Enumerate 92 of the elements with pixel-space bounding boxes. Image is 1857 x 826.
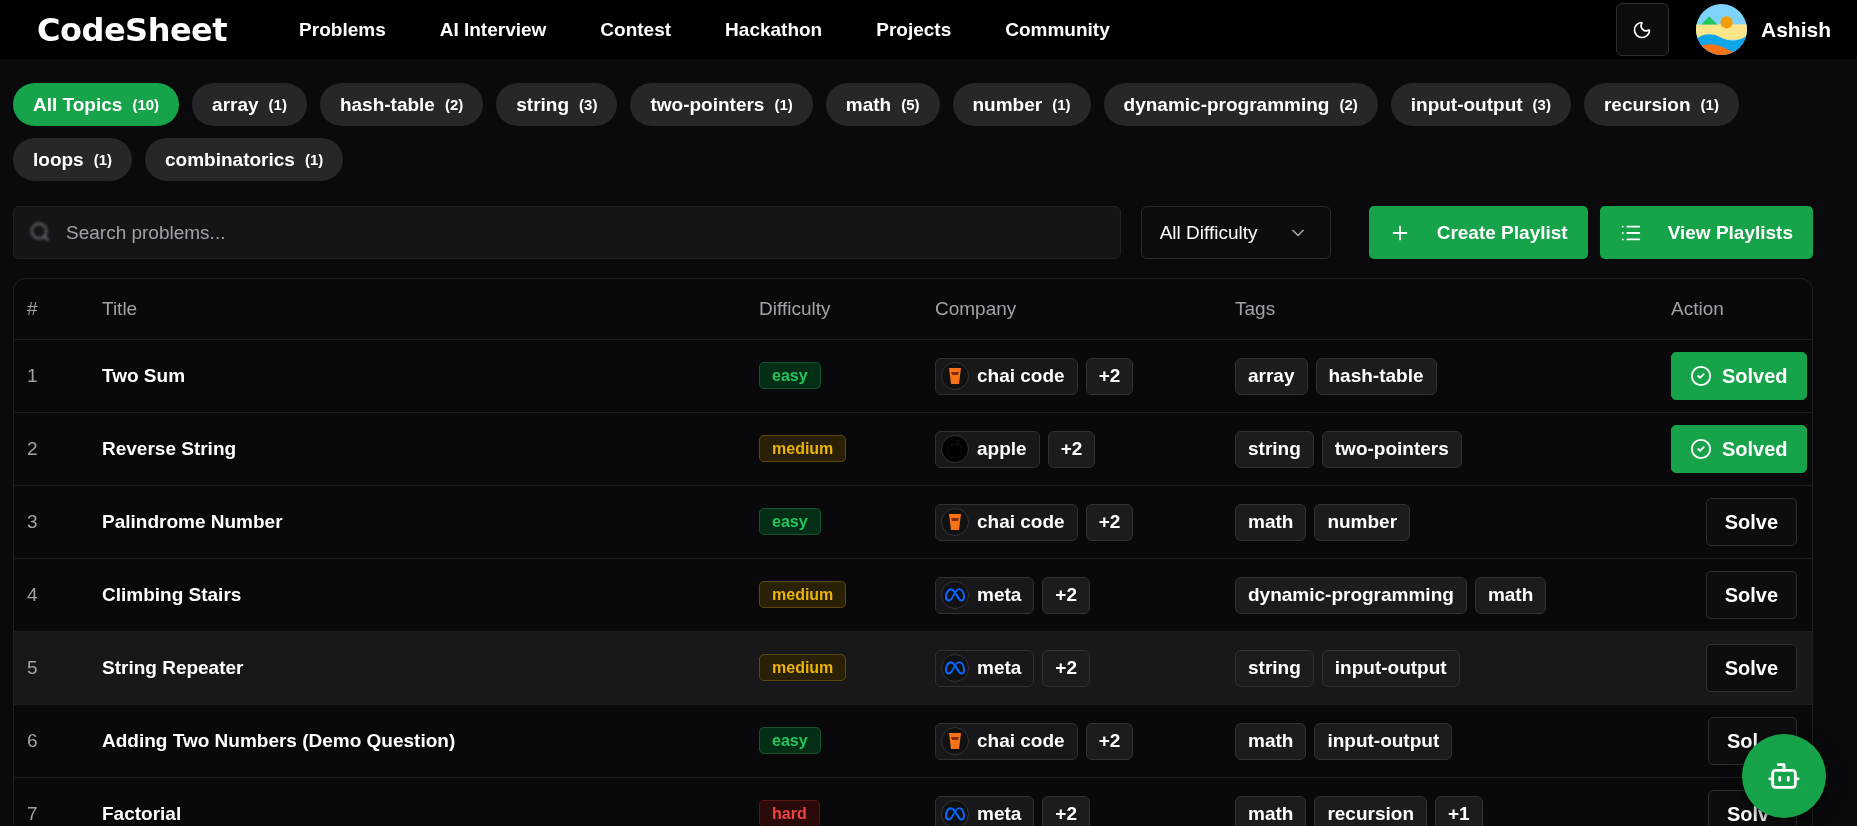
topic-tag: dynamic-programming — [1235, 576, 1467, 614]
moon-icon — [1632, 19, 1653, 40]
highlighted-table-row[interactable]: 5 String Repeater medium meta +2 string input-output Solve — [14, 632, 1812, 705]
difficulty-badge: medium — [759, 435, 847, 462]
nav-link[interactable]: Community — [1005, 18, 1110, 41]
topic-chip[interactable]: hash-table (2) — [319, 83, 484, 126]
cup-icon — [941, 727, 969, 755]
topic-tag: math — [1474, 576, 1547, 614]
topic-tag: input-output — [1314, 722, 1453, 760]
topic-chip[interactable]: combinatorics (1) — [145, 138, 344, 181]
difficulty-badge: medium — [759, 654, 847, 681]
row-number: 1 — [27, 365, 38, 386]
difficulty-badge: medium — [759, 581, 847, 608]
topic-tag: math — [1235, 795, 1307, 826]
topic-chip[interactable]: array (1) — [192, 83, 307, 126]
topic-tag: string — [1235, 649, 1314, 687]
solve-button[interactable]: Solve — [1705, 571, 1797, 619]
nav-link[interactable]: Projects — [876, 18, 952, 41]
column-header: Action — [1671, 298, 1724, 319]
problem-title[interactable]: Palindrome Number — [102, 511, 283, 532]
difficulty-badge: easy — [759, 362, 821, 389]
topic-chip[interactable]: two-pointers (1) — [630, 83, 813, 126]
topic-tag: string — [1235, 430, 1314, 468]
topic-tag: input-output — [1321, 649, 1460, 687]
company-name: apple — [977, 438, 1027, 460]
topic-chip[interactable]: number (1) — [952, 83, 1091, 126]
check-circle-icon — [1690, 365, 1712, 387]
company-name: meta — [977, 584, 1022, 606]
topic-tag: math — [1235, 722, 1307, 760]
search-field[interactable]: Search problems... — [13, 206, 1121, 259]
more-companies-count: +2 — [1047, 430, 1096, 468]
difficulty-badge: easy — [759, 508, 821, 535]
topic-chip[interactable]: input-output (3) — [1390, 83, 1571, 126]
row-number: 4 — [27, 584, 38, 605]
solve-button[interactable]: Solve — [1705, 498, 1797, 546]
topic-chip[interactable]: string (3) — [496, 83, 618, 126]
theme-toggle-button[interactable] — [1616, 3, 1669, 56]
row-number: 3 — [27, 511, 38, 532]
column-header: Difficulty — [759, 298, 831, 319]
difficulty-select[interactable]: All Difficulty — [1140, 206, 1331, 259]
column-header: Tags — [1235, 298, 1276, 319]
nav-link[interactable]: Contest — [600, 18, 672, 41]
topic-tag: math — [1235, 503, 1307, 541]
problem-title[interactable]: Adding Two Numbers (Demo Question) — [102, 730, 456, 751]
company-name: meta — [977, 657, 1022, 679]
problem-title[interactable]: String Repeater — [102, 657, 244, 678]
more-companies-count: +2 — [1085, 722, 1134, 760]
more-companies-count: +2 — [1085, 357, 1134, 395]
row-number: 5 — [27, 657, 38, 678]
cup-icon — [941, 508, 969, 536]
search-icon — [29, 221, 51, 243]
row-number: 2 — [27, 438, 38, 459]
topic-chip[interactable]: loops (1) — [13, 138, 132, 181]
nav-link[interactable]: Hackathon — [725, 18, 823, 41]
more-tags-count: +1 — [1435, 795, 1483, 826]
cup-icon — [941, 362, 969, 390]
column-header: Company — [935, 298, 1017, 319]
company-name: chai code — [977, 511, 1065, 533]
problem-title[interactable]: Two Sum — [102, 365, 186, 386]
column-header: Title — [102, 298, 138, 319]
row-number: 6 — [27, 730, 38, 751]
more-companies-count: +2 — [1042, 576, 1091, 614]
topic-chip[interactable]: dynamic-programming (2) — [1103, 83, 1378, 126]
company-name: meta — [977, 803, 1022, 825]
topic-tag: two-pointers — [1321, 430, 1462, 468]
topic-chip[interactable]: recursion (1) — [1583, 83, 1739, 126]
logo[interactable]: CodeSheet — [37, 10, 228, 49]
topic-tag: hash-table — [1315, 357, 1437, 395]
nav-link[interactable]: AI Interview — [439, 18, 547, 41]
nav-link[interactable]: Problems — [299, 18, 386, 41]
difficulty-badge: hard — [759, 800, 820, 826]
problem-title[interactable]: Factorial — [102, 803, 182, 824]
more-companies-count: +2 — [1042, 649, 1091, 687]
topic-tag: number — [1314, 503, 1411, 541]
difficulty-badge: easy — [759, 727, 821, 754]
column-header: # — [27, 298, 38, 319]
solve-button[interactable]: Solve — [1705, 644, 1797, 692]
more-companies-count: +2 — [1085, 503, 1134, 541]
topic-tag: array — [1235, 357, 1308, 395]
problem-title[interactable]: Climbing Stairs — [102, 584, 242, 605]
more-companies-count: +2 — [1042, 795, 1091, 826]
company-name: chai code — [977, 730, 1065, 752]
topic-chip[interactable]: math (5) — [825, 83, 940, 126]
row-number: 7 — [27, 803, 38, 824]
infinity-icon — [941, 654, 969, 682]
topic-tag: recursion — [1314, 795, 1427, 826]
apple-icon — [941, 435, 969, 463]
user-name[interactable]: Ashish — [1761, 17, 1831, 42]
company-name: chai code — [977, 365, 1065, 387]
check-circle-icon — [1690, 438, 1712, 460]
infinity-icon — [941, 581, 969, 609]
problem-title[interactable]: Reverse String — [102, 438, 237, 459]
